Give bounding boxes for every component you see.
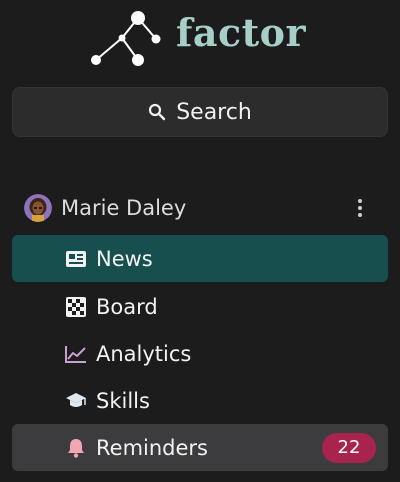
nav-item-skills[interactable]: Skills bbox=[12, 377, 388, 424]
nav-item-label: News bbox=[96, 246, 153, 271]
search-label: Search bbox=[176, 99, 252, 125]
search-button[interactable]: Search bbox=[12, 87, 388, 137]
nav-item-reminders[interactable]: Reminders 22 bbox=[12, 424, 388, 471]
nav-item-label: Skills bbox=[96, 388, 150, 413]
nav-item-label: Reminders bbox=[96, 435, 208, 460]
brand-name: factor bbox=[176, 10, 307, 55]
checkerboard-icon bbox=[65, 296, 87, 318]
kebab-menu-icon[interactable] bbox=[350, 194, 370, 222]
brand-logo[interactable]: factor bbox=[86, 8, 316, 70]
nav-item-analytics[interactable]: Analytics bbox=[12, 330, 388, 377]
user-avatar-icon bbox=[24, 194, 52, 222]
user-name: Marie Daley bbox=[61, 196, 187, 220]
line-chart-icon bbox=[65, 343, 87, 365]
user-row[interactable]: Marie Daley bbox=[12, 186, 388, 230]
reminders-count-badge: 22 bbox=[322, 432, 376, 463]
nav-item-board[interactable]: Board bbox=[12, 283, 388, 330]
bell-icon bbox=[65, 437, 87, 459]
network-logo-icon bbox=[91, 11, 161, 66]
search-icon bbox=[149, 103, 166, 121]
graduation-cap-icon bbox=[65, 390, 87, 412]
avatar[interactable] bbox=[24, 194, 52, 222]
newspaper-icon bbox=[65, 248, 87, 270]
nav-item-label: Board bbox=[96, 294, 158, 319]
nav-item-news[interactable]: News bbox=[12, 235, 388, 282]
nav-item-label: Analytics bbox=[96, 341, 192, 366]
